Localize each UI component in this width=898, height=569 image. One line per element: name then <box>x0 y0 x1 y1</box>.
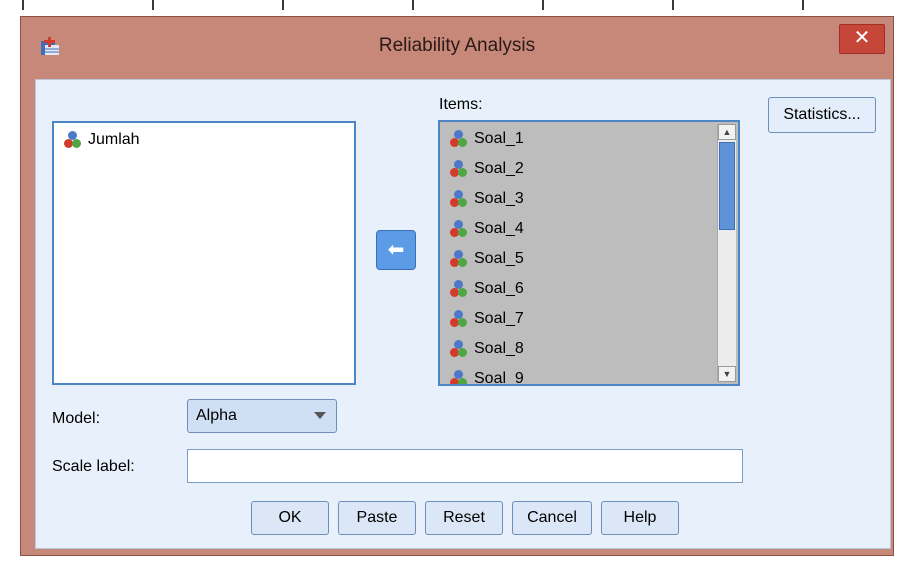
variable-label: Soal_2 <box>474 160 524 177</box>
scale-variable-icon <box>450 130 468 148</box>
scale-variable-icon <box>450 310 468 328</box>
model-select-value: Alpha <box>196 407 237 424</box>
variable-label: Soal_8 <box>474 340 524 357</box>
scroll-down-icon[interactable]: ▼ <box>718 366 736 382</box>
paste-button[interactable]: Paste <box>338 501 416 535</box>
ruler-tick <box>282 0 284 10</box>
variable-label: Soal_5 <box>474 250 524 267</box>
title-bar[interactable]: Reliability Analysis ✕ <box>21 17 893 77</box>
scale-label-label: Scale label: <box>52 458 135 475</box>
variable-label: Soal_4 <box>474 220 524 237</box>
scale-variable-icon <box>64 131 82 149</box>
list-item[interactable]: Soal_7 <box>450 308 524 330</box>
ok-button-label: OK <box>278 509 302 526</box>
variable-label: Soal_7 <box>474 310 524 327</box>
list-item[interactable]: Soal_8 <box>450 338 524 360</box>
ruler-tick <box>672 0 674 10</box>
ruler-tick <box>542 0 544 10</box>
reset-button-label: Reset <box>443 509 485 526</box>
model-label: Model: <box>52 410 101 427</box>
scale-variable-icon <box>450 340 468 358</box>
variable-label: Soal_3 <box>474 190 524 207</box>
chevron-down-icon <box>314 412 326 419</box>
model-select[interactable]: Alpha <box>187 399 337 433</box>
paste-button-label: Paste <box>356 509 398 526</box>
move-button[interactable]: ⬅ <box>376 230 416 270</box>
scroll-up-icon[interactable]: ▲ <box>718 124 736 140</box>
variable-label: Soal_6 <box>474 280 524 297</box>
variable-label: Jumlah <box>88 131 140 148</box>
variable-label: Soal_1 <box>474 130 524 147</box>
scale-variable-icon <box>450 250 468 268</box>
arrow-left-icon: ⬅ <box>387 239 405 261</box>
source-variable-list[interactable]: Jumlah <box>52 121 356 385</box>
scroll-thumb[interactable] <box>719 142 735 230</box>
items-scrollbar[interactable]: ▲ ▼ <box>717 124 736 382</box>
scale-variable-icon <box>450 160 468 178</box>
ruler-tick <box>152 0 154 10</box>
dialog-body: Jumlah ⬅ Items: Soal_1 Soal_2 Soal_3 Soa… <box>35 79 891 549</box>
list-item[interactable]: Soal_3 <box>450 188 524 210</box>
items-list[interactable]: Soal_1 Soal_2 Soal_3 Soal_4 Soal_5 Soal_… <box>438 120 740 386</box>
list-item[interactable]: Soal_4 <box>450 218 524 240</box>
list-item[interactable]: Soal_1 <box>450 128 524 150</box>
list-item[interactable]: Soal_2 <box>450 158 524 180</box>
variable-label: Soal_9 <box>474 370 524 386</box>
cancel-button[interactable]: Cancel <box>512 501 592 535</box>
help-button[interactable]: Help <box>601 501 679 535</box>
items-label: Items: <box>439 96 483 113</box>
ruler-tick <box>22 0 24 10</box>
scale-variable-icon <box>450 220 468 238</box>
cancel-button-label: Cancel <box>527 509 577 526</box>
reset-button[interactable]: Reset <box>425 501 503 535</box>
list-item[interactable]: Soal_6 <box>450 278 524 300</box>
ruler-top <box>0 0 898 12</box>
reliability-analysis-dialog: Reliability Analysis ✕ Jumlah ⬅ Items: S… <box>20 16 894 556</box>
scale-variable-icon <box>450 370 468 384</box>
list-item[interactable]: Soal_9 <box>450 368 524 386</box>
help-button-label: Help <box>623 509 657 526</box>
list-item[interactable]: Jumlah <box>64 129 140 151</box>
scale-variable-icon <box>450 280 468 298</box>
ruler-tick <box>802 0 804 10</box>
list-item[interactable]: Soal_5 <box>450 248 524 270</box>
statistics-button-label: Statistics... <box>783 106 861 123</box>
ruler-tick <box>412 0 414 10</box>
window-title: Reliability Analysis <box>378 35 536 56</box>
ok-button[interactable]: OK <box>251 501 329 535</box>
scale-label-input[interactable] <box>187 449 743 483</box>
close-icon: ✕ <box>853 27 871 49</box>
scale-variable-icon <box>450 190 468 208</box>
statistics-button[interactable]: Statistics... <box>768 97 876 133</box>
close-button[interactable]: ✕ <box>839 24 885 54</box>
